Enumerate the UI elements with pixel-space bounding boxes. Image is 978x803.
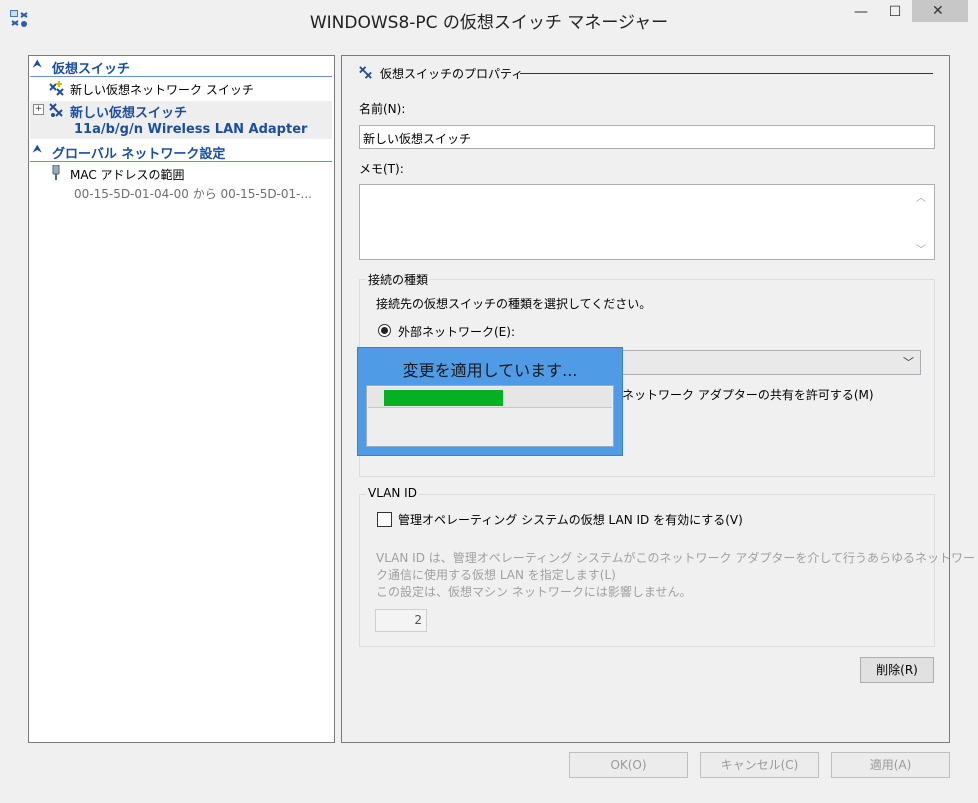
new-switch-icon — [49, 81, 64, 96]
tree-item-mac-range[interactable]: MAC アドレスの範囲 00-15-5D-01-04-00 から 00-15-5… — [30, 164, 332, 202]
section-title: 仮想スイッチのプロパティ — [380, 67, 524, 81]
external-network-label: 外部ネットワーク(E): — [398, 325, 515, 339]
vlan-id-value: 2 — [414, 613, 422, 627]
collapse-chevron-icon: ⮝ — [33, 59, 42, 70]
connection-description: 接続先の仮想スイッチの種類を選択してください。 — [376, 297, 652, 311]
ok-button[interactable]: OK(O) — [569, 752, 688, 778]
vlan-enable-label: 管理オペレーティング システムの仮想 LAN ID を有効にする(V) — [398, 513, 743, 527]
mac-range-value: 00-15-5D-01-04-00 から 00-15-5D-01-... — [74, 187, 312, 201]
mac-address-icon — [52, 165, 60, 180]
section-virtual-switches-label: 仮想スイッチ — [52, 62, 131, 77]
memo-textarea[interactable]: ︿ ﹀ — [359, 184, 935, 260]
window-title: WINDOWS8-PC の仮想スイッチ マネージャー — [309, 13, 669, 33]
vlan-id-input[interactable]: 2 — [375, 609, 427, 632]
tree-item-label: 新しい仮想ネットワーク スイッチ — [70, 83, 254, 97]
expand-plus-icon[interactable]: + — [33, 104, 44, 115]
apply-button[interactable]: 適用(A) — [831, 752, 950, 778]
name-input-value: 新しい仮想スイッチ — [363, 132, 472, 146]
switch-name-label: 新しい仮想スイッチ — [70, 106, 188, 121]
cancel-button[interactable]: キャンセル(C) — [700, 752, 819, 778]
delete-button[interactable]: 削除(R) — [860, 657, 934, 683]
collapse-chevron-icon: ⮝ — [33, 144, 42, 155]
memo-label: メモ(T): — [359, 162, 404, 176]
section-divider — [520, 73, 933, 74]
vlan-description-line1: VLAN ID は、管理オペレーティング システムがこのネットワーク アダプター… — [376, 551, 975, 565]
vlan-description-line2: ク通信に使用する仮想 LAN を指定します(L) — [376, 568, 616, 582]
progress-fill — [384, 390, 503, 406]
vlan-description-line3: この設定は、仮想マシン ネットワークには影響しません。 — [376, 585, 692, 599]
tree-item-selected-switch[interactable]: + 新しい仮想スイッチ 11a/b/g/n Wireless LAN Adapt… — [30, 101, 332, 139]
chevron-down-icon: ﹀ — [903, 356, 914, 369]
section-virtual-switches[interactable]: ⮝ 仮想スイッチ — [30, 57, 332, 77]
virtual-switch-icon — [49, 103, 63, 117]
virtual-switch-icon — [359, 66, 372, 79]
section-global-settings[interactable]: ⮝ グローバル ネットワーク設定 — [30, 142, 332, 162]
name-label: 名前(N): — [359, 102, 406, 116]
scroll-down-icon[interactable]: ﹀ — [916, 241, 926, 256]
close-button[interactable]: ✕ — [912, 0, 968, 22]
section-global-settings-label: グローバル ネットワーク設定 — [52, 147, 226, 162]
minimize-button[interactable]: — — [846, 4, 876, 24]
progress-container — [366, 385, 614, 447]
name-input[interactable]: 新しい仮想スイッチ — [359, 125, 935, 149]
scroll-up-icon[interactable]: ︿ — [916, 189, 926, 204]
applying-changes-message: 変更を適用しています... — [402, 361, 578, 380]
connection-type-legend: 接続の種類 — [366, 271, 431, 288]
allow-share-label[interactable]: ネットワーク アダプターの共有を許可する(M) — [622, 386, 874, 403]
progress-track — [368, 387, 612, 408]
vlan-enable-checkbox[interactable] — [377, 512, 392, 527]
maximize-button[interactable]: ☐ — [880, 4, 910, 24]
mac-range-label: MAC アドレスの範囲 — [70, 168, 185, 182]
vlan-legend: VLAN ID — [366, 486, 419, 500]
applying-changes-dialog: 変更を適用しています... — [357, 347, 623, 456]
switch-adapter-label: 11a/b/g/n Wireless LAN Adapter — [74, 122, 308, 137]
close-icon: ✕ — [932, 3, 944, 19]
external-network-radio[interactable] — [378, 324, 391, 337]
tree-item-new-network-switch[interactable]: 新しい仮想ネットワーク スイッチ — [30, 79, 332, 99]
